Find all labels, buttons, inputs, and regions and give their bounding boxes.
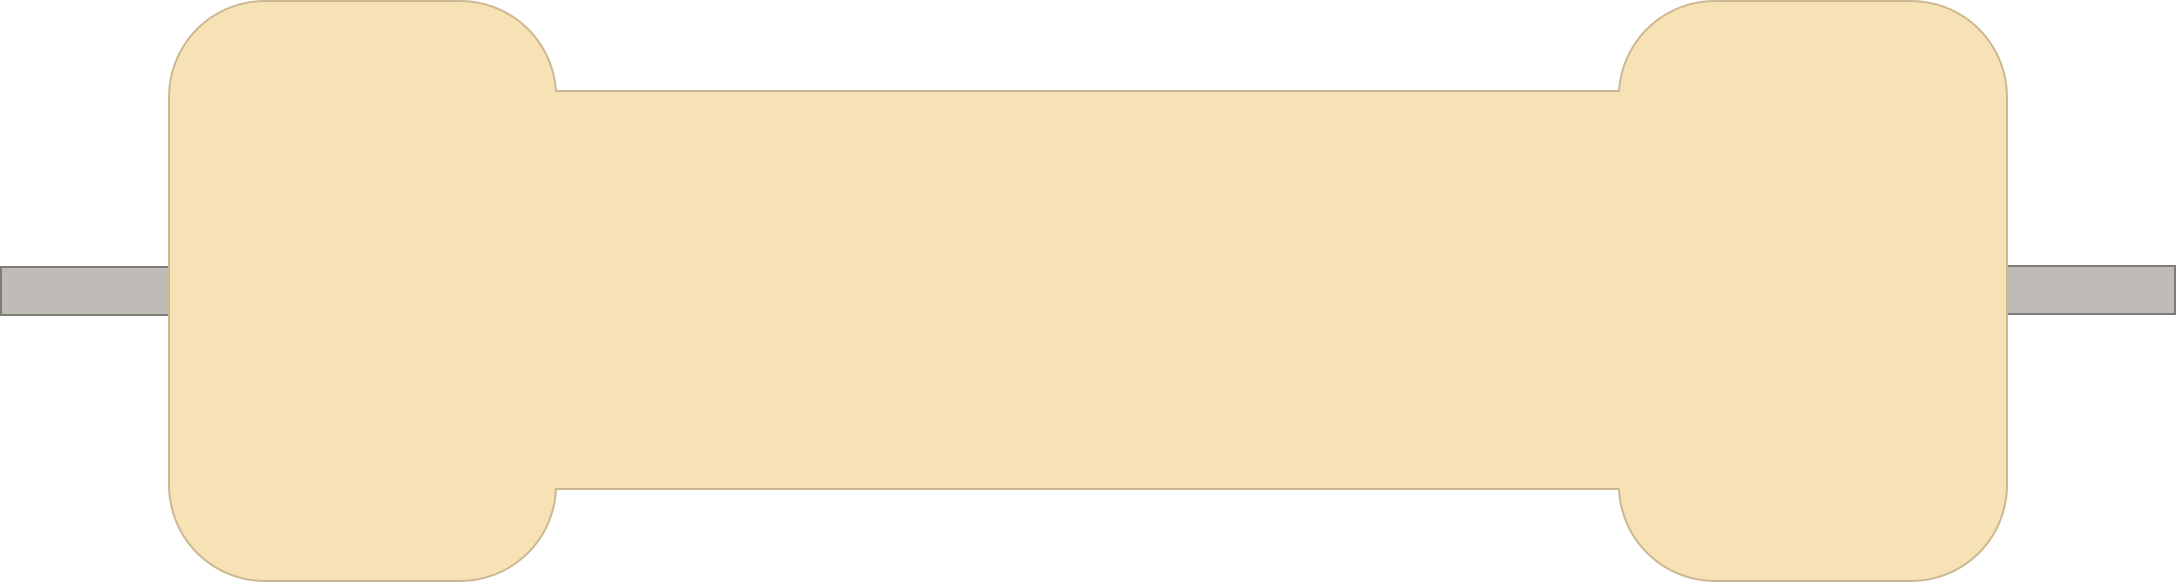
resistor-diagram xyxy=(0,0,2176,582)
resistor-body xyxy=(168,0,2008,582)
lead-left xyxy=(0,266,175,316)
lead-right xyxy=(2002,265,2176,315)
resistor-svg xyxy=(0,0,2176,582)
